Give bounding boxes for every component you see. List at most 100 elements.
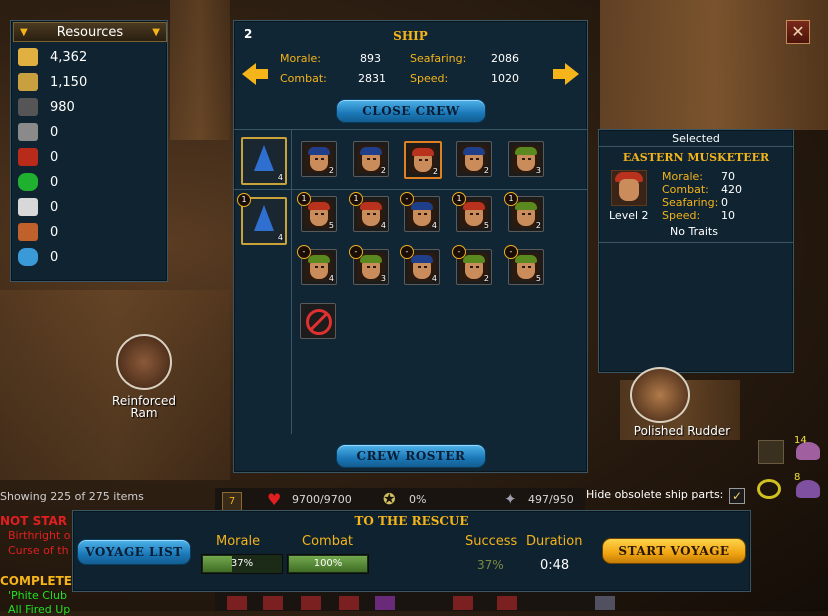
voyage-list-button[interactable]: VOYAGE LIST: [77, 539, 191, 565]
action-slot-icon[interactable]: [595, 596, 615, 610]
captain-badge: 1: [237, 193, 251, 207]
selected-morale-label: Morale:: [662, 170, 704, 183]
crew-badge: -: [297, 245, 311, 259]
resource-value: 980: [50, 99, 75, 115]
hide-obsolete-checkbox[interactable]: ✓: [729, 488, 745, 504]
inventory-count-1: 14: [794, 435, 807, 446]
inventory-ring-icon[interactable]: [757, 479, 781, 499]
captain-icon: [254, 145, 274, 171]
iron-ingot-icon: [18, 123, 38, 141]
action-slot-icon[interactable]: [227, 596, 247, 610]
crew-slot[interactable]: 2: [353, 141, 389, 177]
selected-combat-label: Combat:: [662, 183, 709, 196]
action-slot-icon[interactable]: [339, 596, 359, 610]
selected-divider: [599, 146, 793, 147]
crew-badge: -: [349, 245, 363, 259]
previous-ship-arrow-tail: [255, 69, 268, 79]
crew-level: 2: [328, 166, 334, 175]
crew-level: 2: [483, 274, 489, 283]
selected-level: Level 2: [609, 209, 649, 222]
crew-badge: 1: [349, 192, 363, 206]
crew-level: 5: [535, 274, 541, 283]
crew-level: 4: [380, 221, 386, 230]
quest-curse[interactable]: Curse of th: [8, 544, 69, 557]
ore-pile-icon: [18, 98, 38, 116]
quest-phite-club[interactable]: 'Phite Club: [8, 589, 67, 602]
crew-slot[interactable]: 2: [404, 141, 442, 179]
morale-bar-text: 37%: [230, 558, 254, 569]
crew-level: 5: [328, 221, 334, 230]
resource-row: 0: [18, 171, 58, 193]
polished-rudder-icon[interactable]: [630, 367, 690, 423]
combat-bar: 100%: [287, 554, 369, 574]
selected-combat-value: 420: [721, 183, 742, 196]
crew-level: 4: [328, 274, 334, 283]
crew-slot[interactable]: 2: [456, 141, 492, 177]
crew-badge: -: [504, 245, 518, 259]
crew-badge: -: [400, 192, 414, 206]
crew-level: 2: [432, 167, 438, 176]
not-started-heading: NOT STAR: [0, 514, 68, 528]
resource-value: 4,362: [50, 49, 88, 65]
captain-slot-assigned[interactable]: 4: [241, 137, 287, 185]
reinforced-ram-icon[interactable]: [116, 334, 172, 390]
crew-badge: 1: [297, 192, 311, 206]
crew-level: 4: [431, 274, 437, 283]
selected-crew-name: EASTERN MUSKETEER: [622, 151, 770, 164]
dismiss-slot[interactable]: [300, 303, 336, 339]
resources-title: Resources: [56, 24, 124, 40]
action-bar: [215, 590, 615, 611]
copper-scrap-icon: [18, 223, 38, 241]
selected-morale-value: 70: [721, 170, 735, 183]
crew-badge: 1: [452, 192, 466, 206]
completed-heading: COMPLETE: [0, 574, 72, 588]
green-gem-icon: [18, 173, 38, 191]
selected-heading: Selected: [672, 132, 720, 145]
resource-row: 0: [18, 121, 58, 143]
selected-divider-2: [599, 242, 793, 243]
crew-slot[interactable]: 3: [508, 141, 544, 177]
crew-divider-vertical: [291, 129, 292, 434]
selected-traits: No Traits: [670, 225, 718, 238]
action-slot-icon[interactable]: [263, 596, 283, 610]
start-voyage-button[interactable]: START VOYAGE: [602, 538, 746, 564]
hitpoints-text: 9700/9700: [292, 493, 352, 506]
crew-roster-button[interactable]: CREW ROSTER: [336, 444, 486, 468]
morale-bar: 37%: [201, 554, 283, 574]
ship-seafaring-label: Seafaring:: [410, 52, 467, 65]
morale-label: Morale: [216, 534, 261, 549]
crew-level: 2: [535, 221, 541, 230]
crew-slot[interactable]: 2: [301, 141, 337, 177]
crew-level: 2: [483, 166, 489, 175]
quest-birthright[interactable]: Birthright o: [8, 529, 70, 542]
action-slot-icon[interactable]: [497, 596, 517, 610]
selected-seafaring-label: Seafaring:: [662, 196, 719, 209]
action-slot-icon[interactable]: [301, 596, 321, 610]
ship-seafaring-value: 2086: [491, 52, 519, 65]
resource-value: 0: [50, 249, 59, 265]
showing-items-text: Showing 225 of 275 items: [0, 490, 144, 503]
silver-bar-icon: [18, 198, 38, 216]
close-crew-button[interactable]: CLOSE CREW: [336, 99, 486, 123]
action-slot-icon[interactable]: [375, 596, 395, 610]
heart-icon: ♥: [267, 490, 282, 509]
resource-row: 1,150: [18, 71, 87, 93]
next-ship-arrow-tail: [553, 69, 566, 79]
next-ship-arrow[interactable]: [565, 63, 579, 85]
close-icon: ✕: [791, 22, 805, 41]
previous-ship-arrow[interactable]: [242, 63, 256, 85]
quest-all-fired-up[interactable]: All Fired Up: [8, 603, 70, 616]
no-entry-icon: [306, 309, 332, 335]
resource-value: 0: [50, 149, 59, 165]
ship-morale-value: 893: [360, 52, 381, 65]
inventory-book-icon[interactable]: [758, 440, 784, 464]
resources-header[interactable]: ▼ Resources ▼: [13, 22, 167, 42]
close-window-button[interactable]: ✕: [786, 20, 810, 44]
polished-rudder-label: Polished Rudder: [633, 424, 731, 438]
selected-crew-panel: Selected EASTERN MUSKETEER Level 2 Moral…: [598, 129, 794, 373]
selected-portrait: [611, 170, 647, 206]
duration-label: Duration: [526, 534, 583, 549]
selected-seafaring-value: 0: [721, 196, 728, 209]
action-slot-icon[interactable]: [453, 596, 473, 610]
selected-speed-label: Speed:: [662, 209, 701, 222]
